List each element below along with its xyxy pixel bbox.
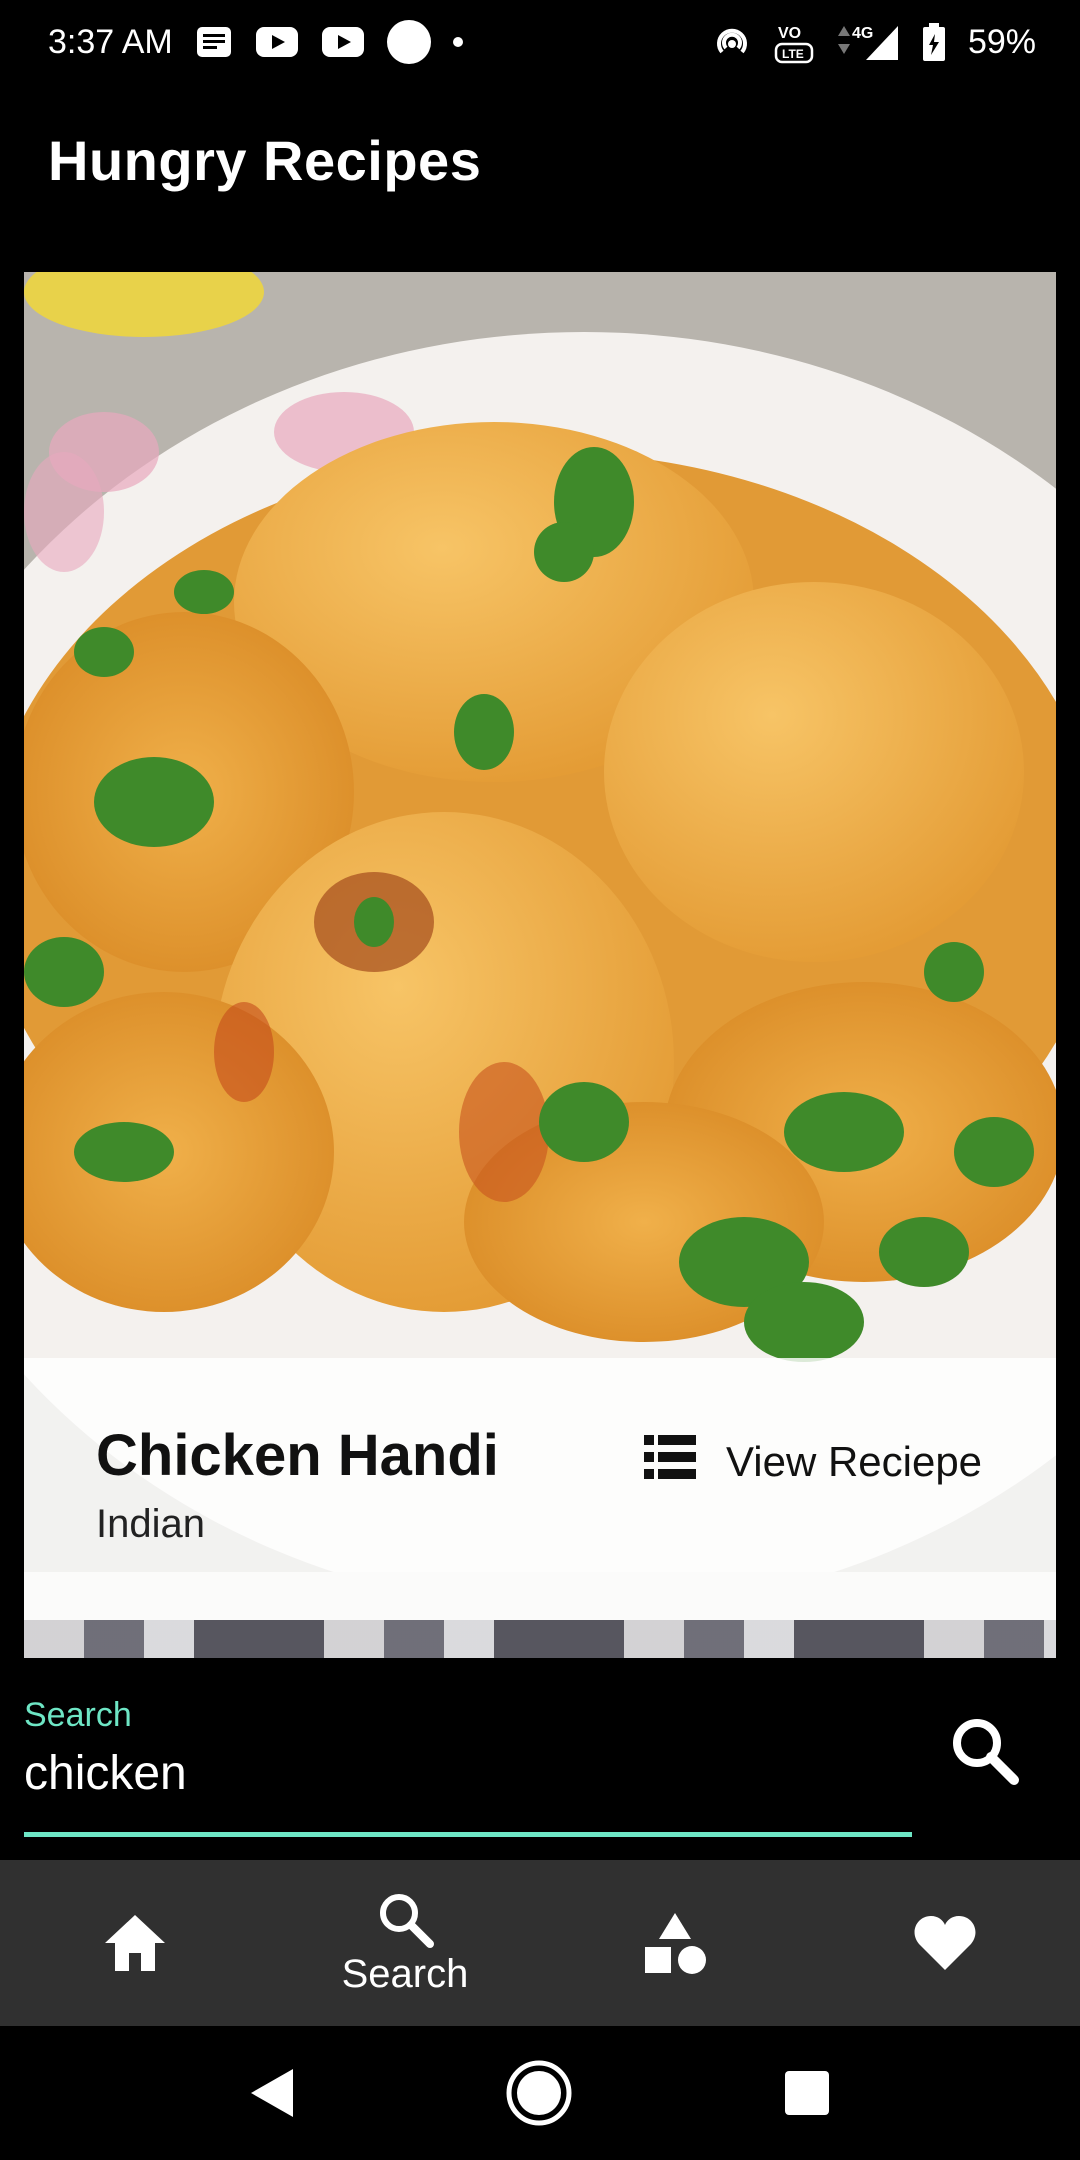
- heart-icon: [914, 1916, 976, 1970]
- categories-icon: [645, 1913, 706, 1974]
- system-home-button[interactable]: [505, 2059, 573, 2127]
- home-icon: [105, 1915, 165, 1971]
- youtube-icon: [321, 26, 365, 58]
- bottom-navigation: Search: [0, 1860, 1080, 2026]
- search-field-label: Search: [24, 1696, 132, 1734]
- nav-categories[interactable]: [540, 1860, 810, 2026]
- system-back-button[interactable]: [249, 2067, 295, 2119]
- nav-favorites[interactable]: [810, 1860, 1080, 2026]
- svg-text:VO: VO: [778, 25, 801, 42]
- nav-home[interactable]: [0, 1860, 270, 2026]
- network-type: 4G: [852, 25, 873, 42]
- battery-charging-icon: [922, 22, 946, 62]
- list-icon: [644, 1435, 696, 1489]
- system-navigation: [0, 2026, 1080, 2160]
- recents-icon: [785, 2071, 829, 2115]
- view-recipe-label: View Reciepe: [726, 1438, 983, 1485]
- status-bar: 3:37 AM VO LTE 4G 59%: [0, 0, 1080, 84]
- view-recipe-button[interactable]: View Reciepe: [644, 1432, 982, 1492]
- nav-search-label: Search: [341, 1951, 469, 1996]
- back-icon: [251, 2069, 293, 2117]
- system-recents-button[interactable]: [783, 2069, 831, 2117]
- search-button[interactable]: [944, 1710, 1024, 1790]
- circle-icon: [386, 20, 431, 64]
- notes-icon: [195, 25, 233, 59]
- search-icon: [380, 1893, 434, 1948]
- dot-icon: [452, 37, 463, 47]
- battery-percent: 59%: [967, 22, 1036, 61]
- search-underline: [24, 1832, 912, 1837]
- search-icon: [953, 1719, 1019, 1785]
- status-time: 3:37 AM: [48, 22, 173, 61]
- recipe-cuisine: Indian: [96, 1502, 205, 1546]
- signal-icon: 4G: [836, 22, 900, 62]
- hotspot-icon: [712, 22, 752, 62]
- youtube-icon: [255, 26, 299, 58]
- decorative-strip: [24, 1620, 1056, 1658]
- volte-icon: VO LTE: [774, 20, 814, 64]
- home-circle-icon: [506, 2060, 572, 2126]
- status-left: 3:37 AM: [48, 20, 463, 64]
- featured-recipe-card[interactable]: Chicken Handi Indian View Reciepe: [24, 272, 1056, 1658]
- status-right: VO LTE 4G 59%: [712, 20, 1036, 64]
- recipe-name: Chicken Handi: [96, 1423, 499, 1488]
- svg-text:LTE: LTE: [782, 47, 804, 61]
- search-input[interactable]: [24, 1740, 904, 1806]
- app-title: Hungry Recipes: [48, 129, 482, 192]
- nav-search[interactable]: Search: [270, 1860, 540, 2026]
